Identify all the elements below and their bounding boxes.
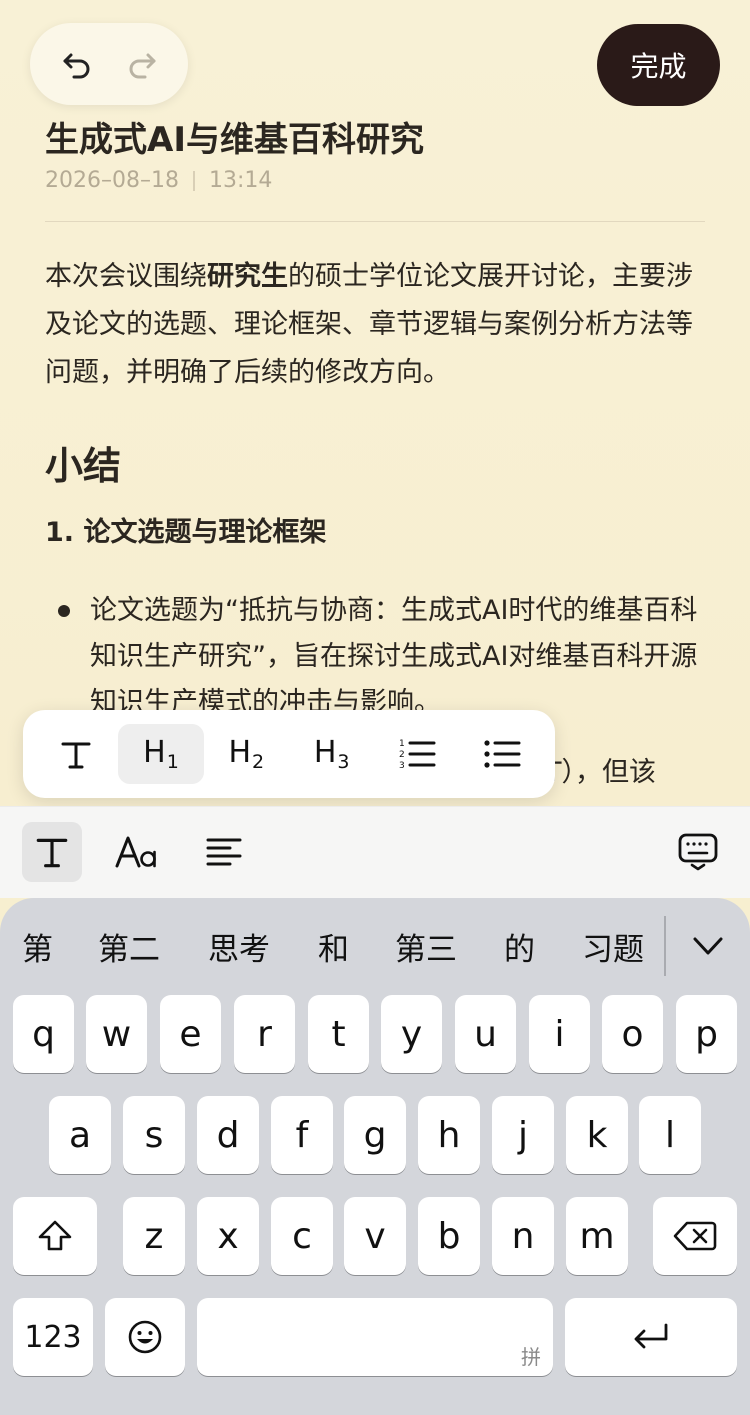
key-x[interactable]: x bbox=[197, 1197, 259, 1275]
note-meta: 2026–08–18 13:14 bbox=[45, 168, 272, 193]
key-d[interactable]: d bbox=[197, 1096, 259, 1174]
key-t[interactable]: t bbox=[308, 995, 369, 1073]
align-button[interactable] bbox=[194, 822, 254, 882]
key-n[interactable]: n bbox=[492, 1197, 554, 1275]
key-z[interactable]: z bbox=[123, 1197, 185, 1275]
key-s[interactable]: s bbox=[123, 1096, 185, 1174]
paragraph-bold: 研究生 bbox=[207, 261, 288, 292]
heading-2-button[interactable]: H2 bbox=[204, 724, 289, 784]
candidate-word[interactable]: 第 bbox=[22, 924, 53, 969]
undo-icon[interactable] bbox=[57, 44, 97, 84]
svg-text:2: 2 bbox=[399, 750, 405, 760]
emoji-key[interactable] bbox=[105, 1298, 185, 1376]
keyboard: 第 第二 思考 和 第三 的 习题 q w e r t y u i o p a … bbox=[0, 898, 750, 1415]
numbered-list-icon: 1 2 3 bbox=[399, 739, 436, 771]
note-time: 13:14 bbox=[208, 168, 273, 193]
candidate-word[interactable]: 第二 bbox=[98, 924, 160, 969]
key-f[interactable]: f bbox=[271, 1096, 333, 1174]
key-m[interactable]: m bbox=[566, 1197, 628, 1275]
key-c[interactable]: c bbox=[271, 1197, 333, 1275]
key-g[interactable]: g bbox=[344, 1096, 406, 1174]
text-style-button[interactable] bbox=[33, 724, 118, 784]
key-v[interactable]: v bbox=[344, 1197, 406, 1275]
bullet-dot bbox=[58, 605, 70, 617]
summary-paragraph[interactable]: 本次会议围绕研究生的硕士学位论文展开讨论，主要涉及论文的选题、理论框架、章节逻辑… bbox=[45, 253, 710, 397]
paragraph-text-pre: 本次会议围绕 bbox=[45, 261, 207, 292]
key-l[interactable]: l bbox=[639, 1096, 701, 1174]
key-o[interactable]: o bbox=[602, 995, 663, 1073]
text-format-button[interactable] bbox=[22, 822, 82, 882]
done-button[interactable]: 完成 bbox=[597, 24, 720, 106]
delete-key[interactable] bbox=[653, 1197, 737, 1275]
bullet-text: 论文选题为“抵抗与协商：生成式AI时代的维基百科知识生产研究”，旨在探讨生成式A… bbox=[90, 595, 698, 718]
key-r[interactable]: r bbox=[234, 995, 295, 1073]
section-subheading[interactable]: 1. 论文选题与理论框架 bbox=[45, 510, 326, 549]
shift-key[interactable] bbox=[13, 1197, 97, 1275]
align-left-icon bbox=[206, 838, 242, 866]
key-p[interactable]: p bbox=[676, 995, 737, 1073]
key-e[interactable]: e bbox=[160, 995, 221, 1073]
font-size-icon bbox=[115, 836, 156, 868]
key-i[interactable]: i bbox=[529, 995, 590, 1073]
candidate-bar: 第 第二 思考 和 第三 的 习题 bbox=[0, 898, 750, 994]
text-icon bbox=[36, 838, 68, 868]
shift-icon bbox=[38, 1220, 72, 1251]
key-a[interactable]: a bbox=[49, 1096, 111, 1174]
backspace-icon bbox=[673, 1221, 717, 1251]
candidate-divider bbox=[664, 916, 666, 976]
input-method-hint: 拼 bbox=[521, 1345, 541, 1369]
section-heading[interactable]: 小结 bbox=[45, 435, 121, 490]
key-h[interactable]: h bbox=[418, 1096, 480, 1174]
numbers-key[interactable]: 123 bbox=[13, 1298, 93, 1376]
undo-redo-group bbox=[30, 23, 188, 105]
heading-3-button[interactable]: H3 bbox=[289, 724, 374, 784]
key-b[interactable]: b bbox=[418, 1197, 480, 1275]
candidate-word[interactable]: 和 bbox=[318, 924, 349, 969]
hide-keyboard-button[interactable] bbox=[668, 822, 728, 882]
candidate-word[interactable]: 第三 bbox=[395, 924, 457, 969]
return-key[interactable] bbox=[565, 1298, 737, 1376]
svg-text:3: 3 bbox=[399, 761, 405, 771]
chevron-down-icon[interactable] bbox=[690, 928, 726, 964]
bullet-list-icon bbox=[484, 740, 521, 768]
return-icon bbox=[634, 1323, 668, 1349]
editor-toolbar bbox=[0, 806, 750, 898]
keyboard-icon bbox=[678, 833, 718, 871]
emoji-icon bbox=[128, 1320, 162, 1354]
h3-label: H3 bbox=[313, 735, 350, 773]
title-divider bbox=[45, 221, 705, 222]
key-k[interactable]: k bbox=[566, 1096, 628, 1174]
partial-line-text: T），但该 bbox=[545, 757, 656, 788]
note-editor[interactable]: 生成式AI与维基百科研究 2026–08–18 13:14 本次会议围绕研究生的… bbox=[0, 0, 750, 810]
space-key[interactable]: 拼 bbox=[197, 1298, 553, 1376]
bullet-list-button[interactable] bbox=[460, 724, 545, 784]
heading-1-button[interactable]: H1 bbox=[118, 724, 204, 784]
key-q[interactable]: q bbox=[13, 995, 74, 1073]
font-style-button[interactable] bbox=[107, 822, 167, 882]
key-w[interactable]: w bbox=[86, 995, 147, 1073]
note-title[interactable]: 生成式AI与维基百科研究 bbox=[45, 112, 424, 161]
redo-icon[interactable] bbox=[122, 44, 162, 84]
candidate-word[interactable]: 习题 bbox=[582, 924, 644, 969]
h2-label: H2 bbox=[228, 735, 265, 773]
h1-label: H1 bbox=[143, 735, 179, 773]
meta-divider bbox=[192, 170, 195, 191]
candidate-word[interactable]: 的 bbox=[504, 924, 535, 969]
key-y[interactable]: y bbox=[381, 995, 442, 1073]
note-date: 2026–08–18 bbox=[45, 168, 179, 193]
bullet-item[interactable]: 论文选题为“抵抗与协商：生成式AI时代的维基百科知识生产研究”，旨在探讨生成式A… bbox=[58, 588, 708, 726]
key-u[interactable]: u bbox=[455, 995, 516, 1073]
text-icon bbox=[61, 742, 91, 769]
key-j[interactable]: j bbox=[492, 1096, 554, 1174]
candidate-word[interactable]: 思考 bbox=[208, 924, 270, 969]
svg-text:1: 1 bbox=[399, 739, 405, 749]
numbered-list-button[interactable]: 1 2 3 bbox=[374, 724, 459, 784]
format-popup: H1 H2 H3 1 2 3 bbox=[23, 710, 555, 798]
